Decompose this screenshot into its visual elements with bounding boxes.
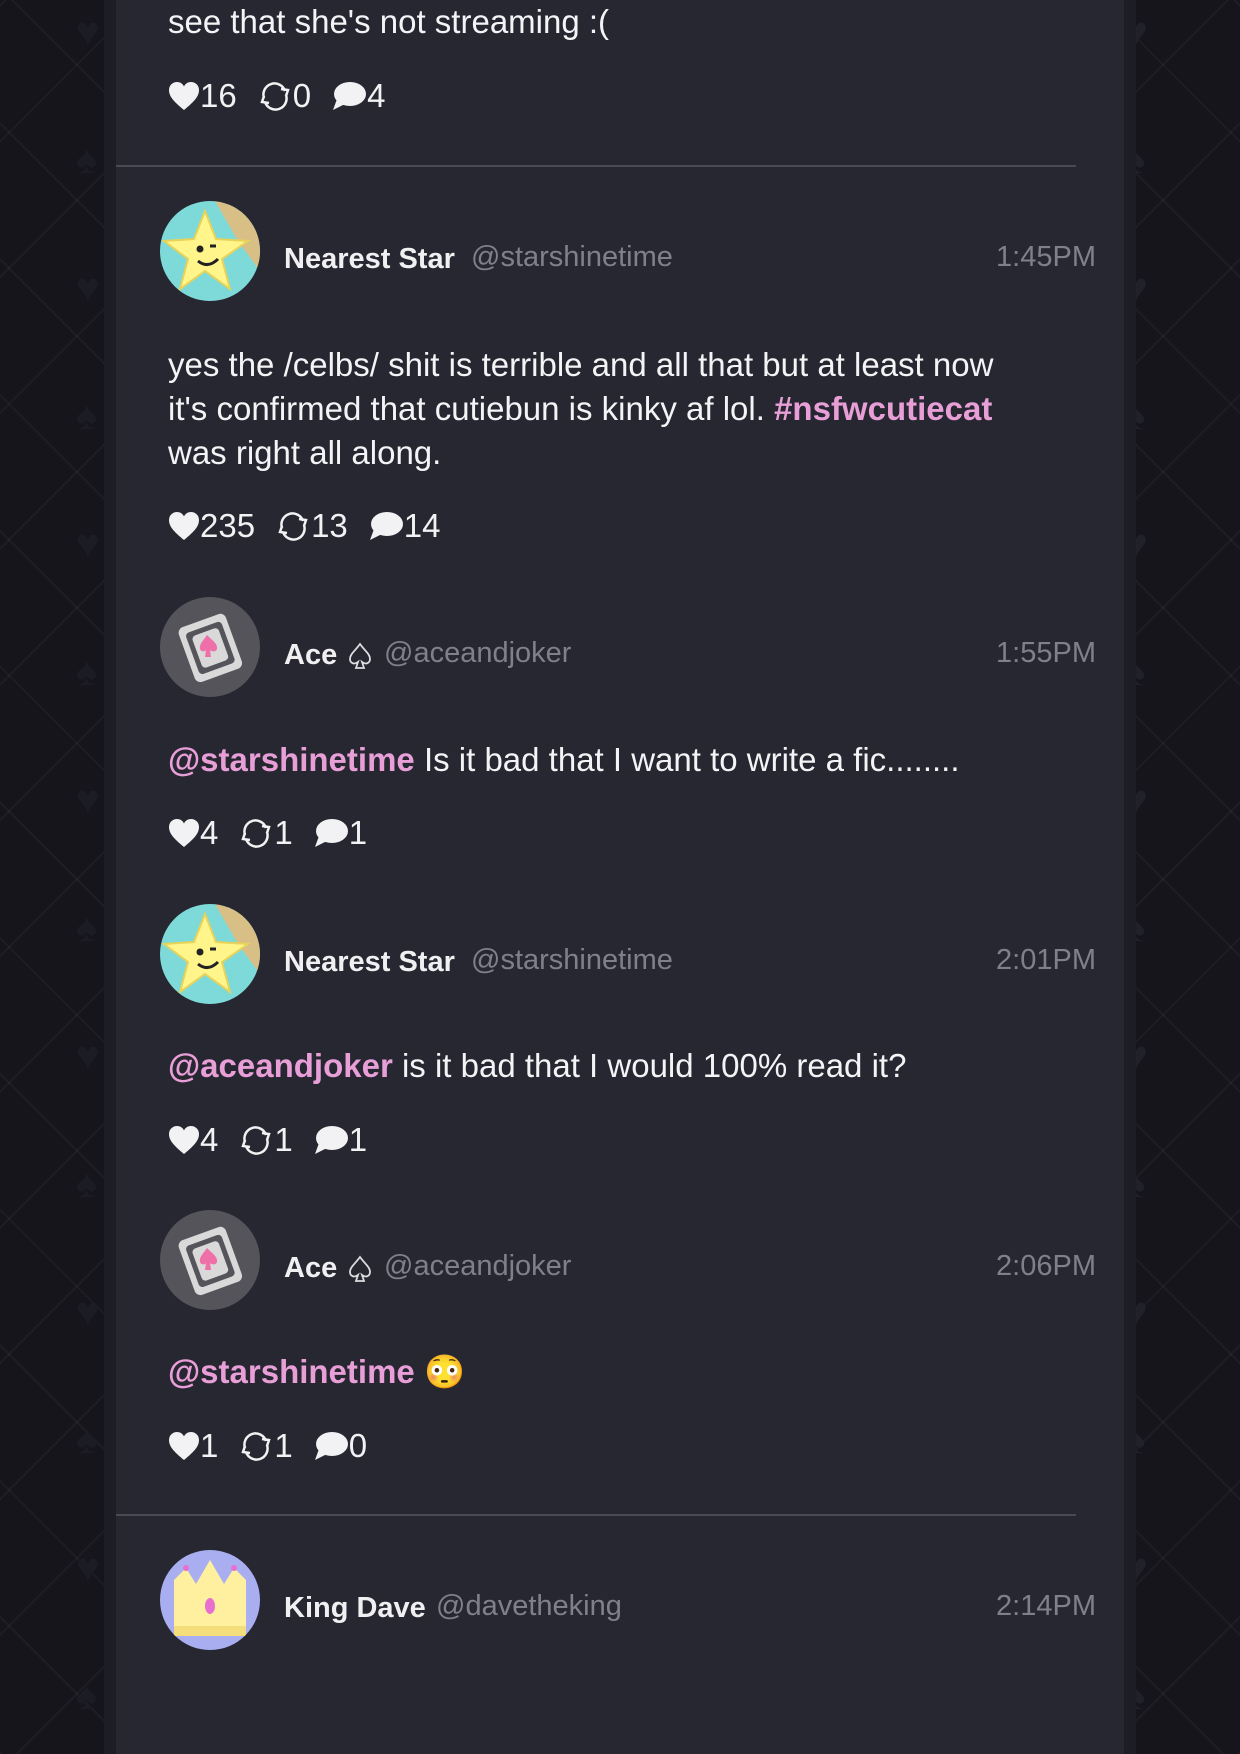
crown-avatar-icon <box>160 1550 260 1650</box>
repost-count: 1 <box>274 1121 293 1158</box>
like-button[interactable]: 1 <box>168 1427 218 1465</box>
display-name[interactable]: Nearest Star <box>284 946 455 979</box>
thread-divider <box>116 165 1076 167</box>
reply-count: 0 <box>348 1427 368 1464</box>
post-text-fragment: Is it bad that I want to write a fic....… <box>423 741 960 778</box>
post-text: see that she's not streaming :( <box>168 3 610 40</box>
display-name[interactable]: Ace <box>284 639 337 672</box>
ace-card-avatar-icon <box>160 597 260 697</box>
spade-icon <box>348 642 372 670</box>
avatar[interactable] <box>160 1550 260 1650</box>
timeline-panel: see that she's not streaming :( 16 0 4 N… <box>116 0 1124 1754</box>
spade-icon <box>348 1255 372 1283</box>
post-text: yes the /celbs/ shit is terrible and all… <box>168 343 1068 475</box>
post-text: @aceandjoker is it bad that I would 100%… <box>168 1044 1068 1088</box>
reply-button[interactable]: 0 <box>313 1427 367 1465</box>
post-time: 2:06PM <box>996 1250 1096 1282</box>
panel-edge-left <box>104 0 116 1754</box>
like-button[interactable]: 235 <box>168 507 255 545</box>
display-name[interactable]: King Dave <box>284 1592 426 1625</box>
reply-count: 4 <box>367 77 386 114</box>
reply-button[interactable]: 14 <box>368 507 441 545</box>
heart-icon <box>168 1125 200 1155</box>
post-time: 1:55PM <box>996 637 1096 669</box>
post-stats: 235 13 14 <box>168 506 461 546</box>
user-handle[interactable]: @davetheking <box>436 1590 622 1623</box>
repost-count: 0 <box>292 77 312 114</box>
heart-icon <box>168 1431 200 1461</box>
comment-icon <box>313 818 349 848</box>
mention-link[interactable]: @aceandjoker <box>168 1047 393 1084</box>
post-text: @starshinetime 😳 <box>168 1350 1068 1394</box>
post-time: 2:14PM <box>996 1590 1096 1622</box>
reply-button[interactable]: 1 <box>313 1121 367 1159</box>
repost-icon <box>238 1125 274 1155</box>
display-name[interactable]: Ace <box>284 1252 337 1285</box>
post-time: 1:45PM <box>996 241 1096 273</box>
repost-button[interactable]: 13 <box>275 507 348 545</box>
repost-icon <box>257 81 293 111</box>
repost-count: 1 <box>274 1427 293 1464</box>
repost-button[interactable]: 1 <box>238 1121 293 1159</box>
mention-link[interactable]: @starshinetime <box>168 1353 415 1390</box>
repost-button[interactable]: 0 <box>257 77 311 115</box>
post-text-fragment: it's confirmed that cutiebun is kinky af… <box>168 390 765 427</box>
comment-icon <box>331 81 367 111</box>
post-stats: 4 1 1 <box>168 813 387 853</box>
thread-divider <box>116 1514 1076 1516</box>
post-text-line: it's confirmed that cutiebun is kinky af… <box>168 387 1068 431</box>
heart-icon <box>168 81 200 111</box>
repost-count: 1 <box>274 814 293 851</box>
like-count: 235 <box>200 507 256 544</box>
avatar[interactable] <box>160 201 260 301</box>
comment-icon <box>313 1125 349 1155</box>
post-text-line: was right all along. <box>168 434 442 471</box>
post-text: @starshinetime Is it bad that I want to … <box>168 738 1068 782</box>
star-avatar-icon <box>160 201 260 301</box>
ace-card-avatar-icon <box>160 1210 260 1310</box>
reply-count: 14 <box>403 507 441 544</box>
comment-icon <box>368 511 404 541</box>
comment-icon <box>313 1431 349 1461</box>
reply-count: 1 <box>348 814 368 851</box>
reply-count: 1 <box>348 1121 368 1158</box>
repost-icon <box>238 818 274 848</box>
avatar[interactable] <box>160 1210 260 1310</box>
post-text-fragment: is it bad that I would 100% read it? <box>401 1047 907 1084</box>
post-stats: 1 1 0 <box>168 1426 387 1466</box>
repost-count: 13 <box>311 507 348 544</box>
panel-edge-right <box>1124 0 1136 1754</box>
post-stats: 4 1 1 <box>168 1120 387 1160</box>
like-count: 16 <box>200 77 237 114</box>
like-count: 4 <box>200 1121 219 1158</box>
repost-button[interactable]: 1 <box>238 814 293 852</box>
repost-icon <box>238 1431 274 1461</box>
heart-icon <box>168 511 200 541</box>
avatar[interactable] <box>160 597 260 697</box>
post-time: 2:01PM <box>996 944 1096 976</box>
post-stats: 16 0 4 <box>168 76 405 116</box>
emoji: 😳 <box>423 1353 466 1390</box>
star-avatar-icon <box>160 904 260 1004</box>
like-count: 4 <box>200 814 219 851</box>
user-handle[interactable]: @starshinetime <box>471 944 673 977</box>
repost-icon <box>275 511 311 541</box>
post-text-line: yes the /celbs/ shit is terrible and all… <box>168 346 994 383</box>
user-handle[interactable]: @starshinetime <box>471 241 673 274</box>
like-count: 1 <box>200 1427 219 1464</box>
user-handle[interactable]: @aceandjoker <box>384 1250 571 1283</box>
reply-button[interactable]: 4 <box>331 77 385 115</box>
like-button[interactable]: 4 <box>168 1121 218 1159</box>
like-button[interactable]: 16 <box>168 77 237 115</box>
heart-icon <box>168 818 200 848</box>
user-handle[interactable]: @aceandjoker <box>384 637 571 670</box>
repost-button[interactable]: 1 <box>238 1427 293 1465</box>
mention-link[interactable]: @starshinetime <box>168 741 415 778</box>
avatar[interactable] <box>160 904 260 1004</box>
like-button[interactable]: 4 <box>168 814 218 852</box>
reply-button[interactable]: 1 <box>313 814 367 852</box>
hashtag-link[interactable]: #nsfwcutiecat <box>774 390 992 427</box>
display-name[interactable]: Nearest Star <box>284 243 455 276</box>
